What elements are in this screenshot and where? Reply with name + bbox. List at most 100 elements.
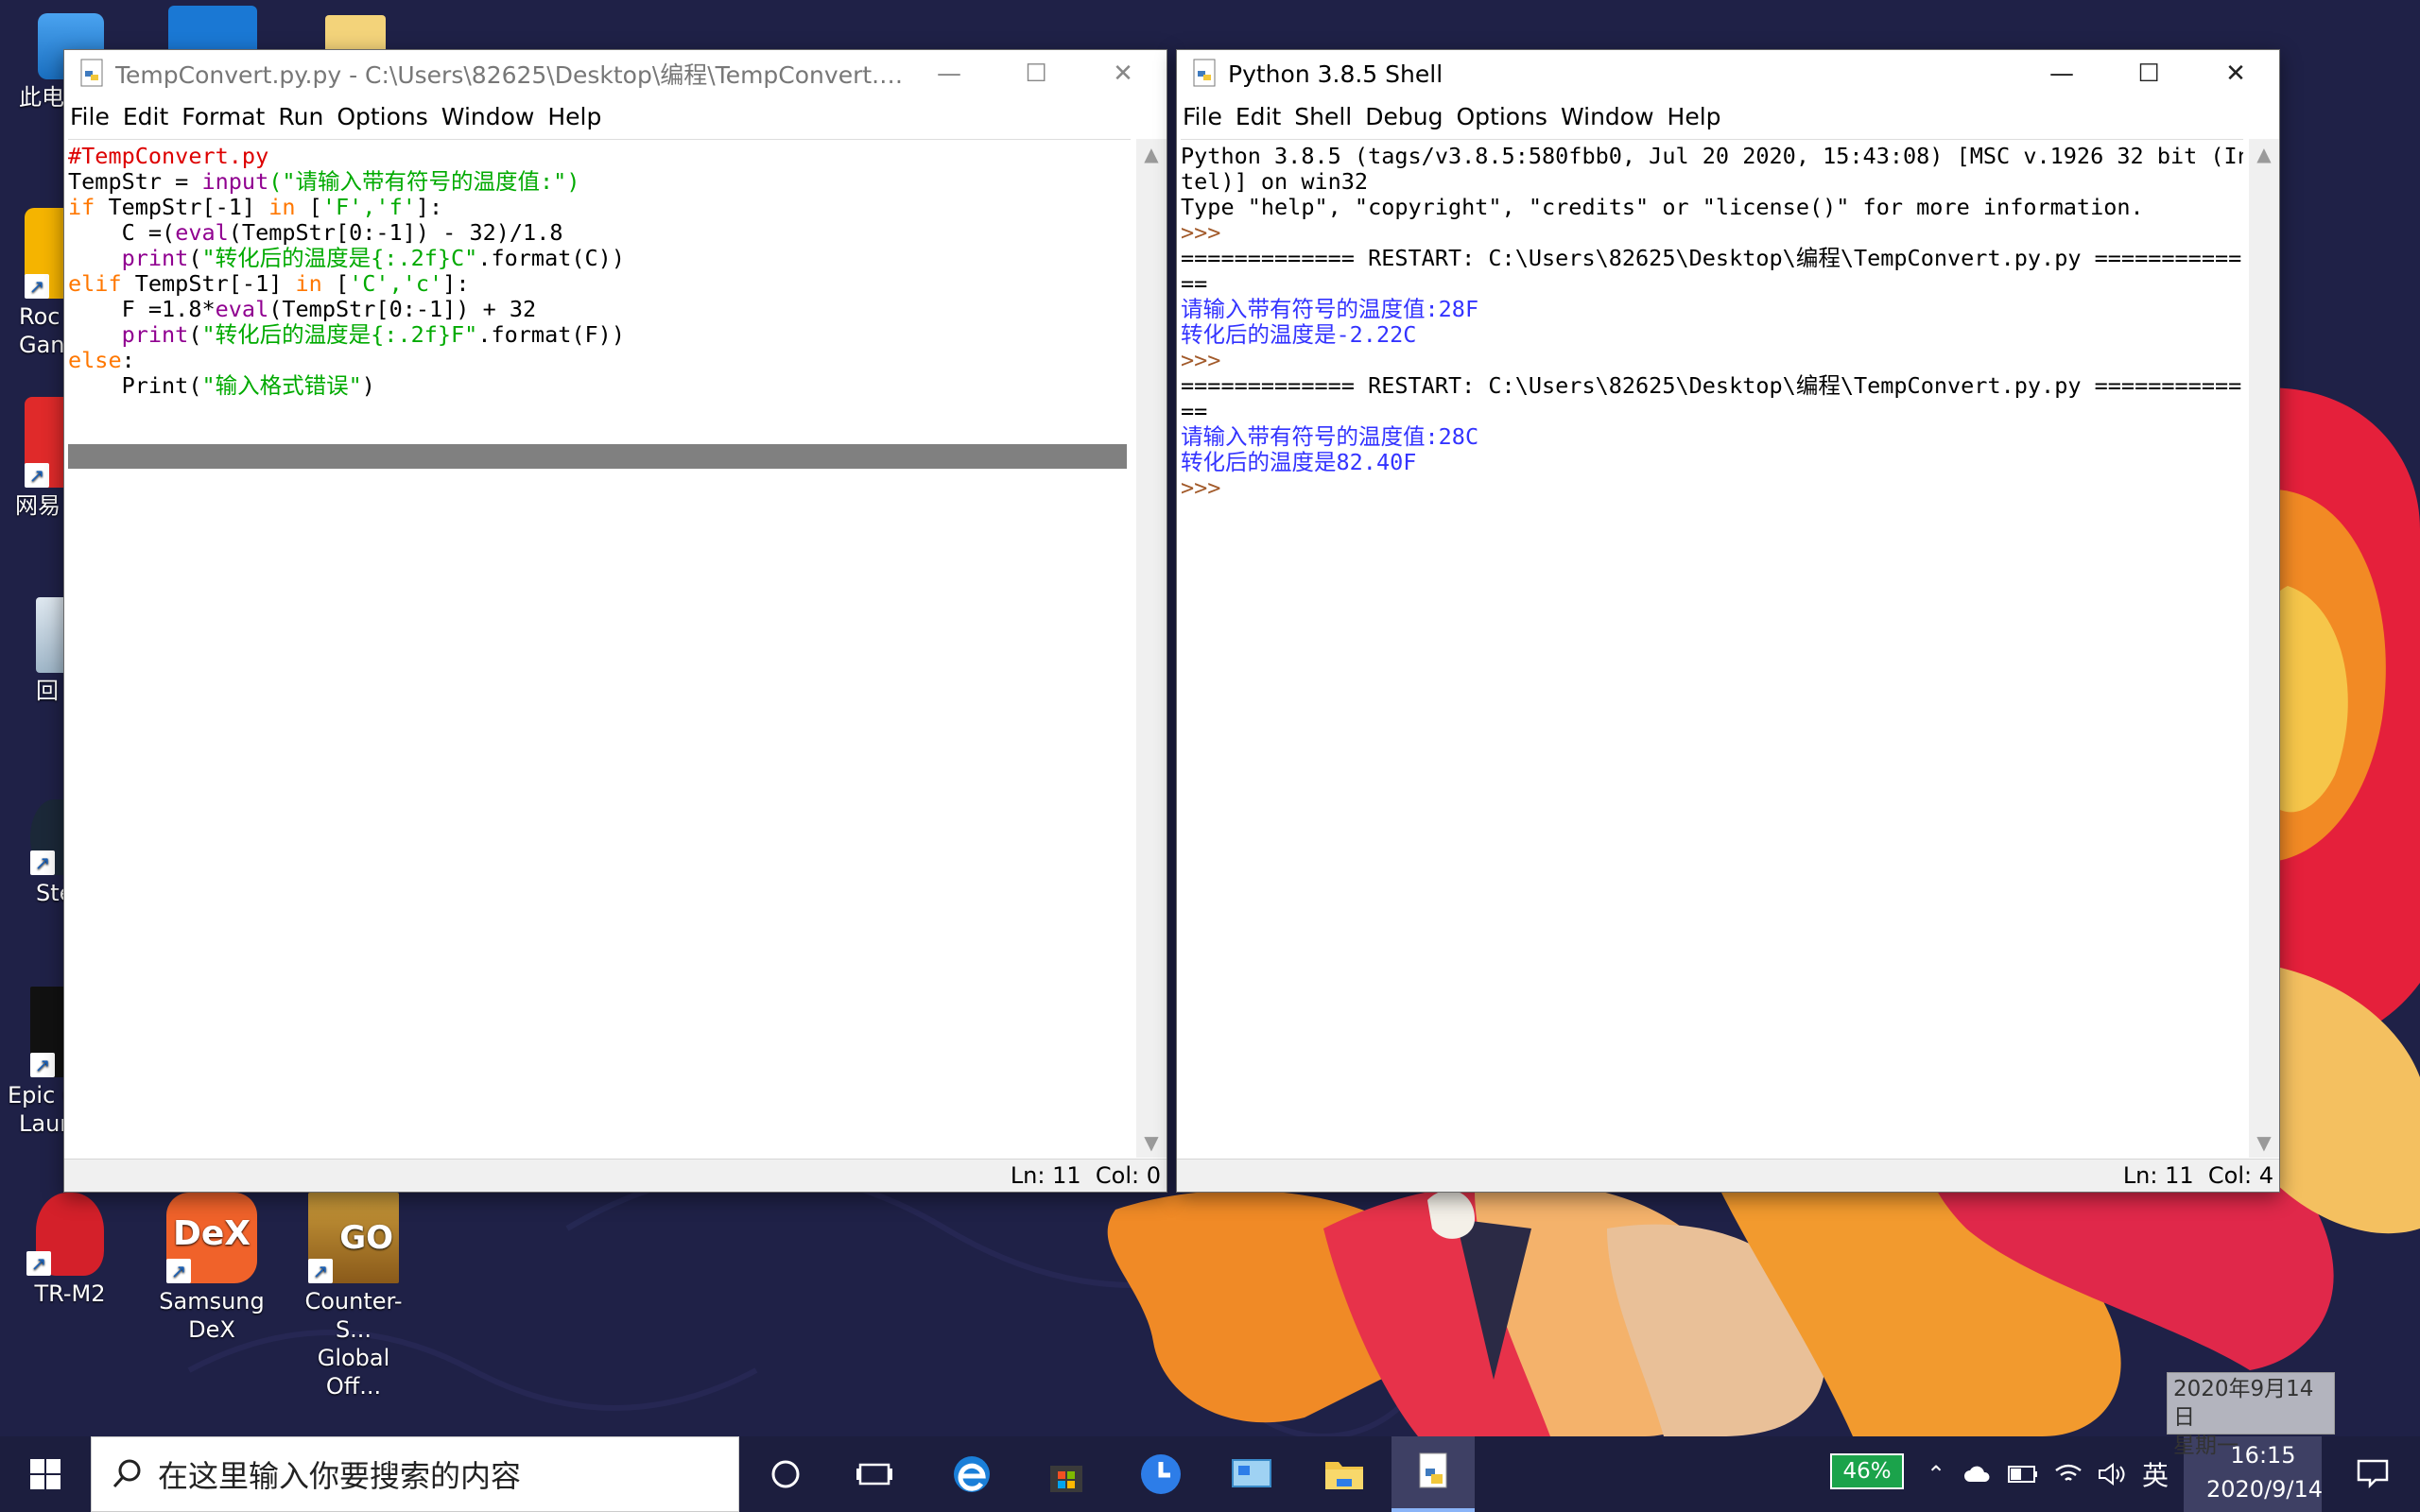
- shell-minimize-button[interactable]: —: [2018, 50, 2105, 97]
- shell-maximize-button[interactable]: ☐: [2105, 50, 2192, 97]
- scroll-up-icon[interactable]: ▲: [1136, 139, 1167, 169]
- code-token: else: [68, 347, 122, 373]
- tray-chevron-up-icon[interactable]: ⌃: [1919, 1436, 1953, 1512]
- tray-ime[interactable]: 英: [2135, 1436, 2176, 1512]
- editor-close-button[interactable]: ✕: [1080, 50, 1167, 97]
- code-token: #TempConvert.py: [68, 143, 269, 169]
- tray-battery[interactable]: [2002, 1436, 2044, 1512]
- shell-statusbar: Ln: 11 Col: 4: [1177, 1159, 2279, 1192]
- task-view-button[interactable]: [832, 1436, 917, 1512]
- code-token: TempStr[-1]: [121, 270, 296, 297]
- shell-output-line: 请输入带有符号的温度值:28C: [1181, 423, 1479, 450]
- shortcut-arrow-icon: ↗: [30, 850, 55, 875]
- taskbar-search-box[interactable]: 在这里输入你要搜索的内容: [91, 1436, 739, 1512]
- shell-menu-edit[interactable]: Edit: [1236, 103, 1281, 130]
- editor-code-line: else:: [68, 348, 625, 373]
- shell-menu-help[interactable]: Help: [1668, 103, 1721, 130]
- csgo-icon: GO ↗: [308, 1193, 399, 1283]
- editor-minimize-button[interactable]: —: [906, 50, 993, 97]
- python-shell-window[interactable]: Python 3.8.5 Shell — ☐ ✕ File Edit Shell…: [1176, 49, 2280, 1193]
- cortana-circle-icon: [771, 1460, 800, 1488]
- tray-wifi[interactable]: [2048, 1436, 2089, 1512]
- editor-code: #TempConvert.py TempStr = input("请输入带有符号的…: [68, 144, 625, 399]
- code-token: [: [321, 270, 350, 297]
- shell-titlebar[interactable]: Python 3.8.5 Shell — ☐ ✕: [1177, 50, 2279, 97]
- shortcut-arrow-icon: ↗: [30, 1053, 55, 1077]
- editor-menu-options[interactable]: Options: [337, 103, 427, 130]
- editor-menu-help[interactable]: Help: [547, 103, 601, 130]
- editor-menu-edit[interactable]: Edit: [123, 103, 168, 130]
- tray-onedrive[interactable]: [1957, 1436, 1998, 1512]
- taskbar-edge[interactable]: [926, 1436, 1017, 1512]
- shell-text-area[interactable]: Python 3.8.5 (tags/v3.8.5:580fbb0, Jul 2…: [1181, 139, 2243, 1159]
- shell-menu-options[interactable]: Options: [1456, 103, 1547, 130]
- samsung-dex-icon: DeX ↗: [166, 1193, 257, 1283]
- idle-editor-window[interactable]: TempConvert.py.py - C:\Users\82625\Deskt…: [63, 49, 1167, 1193]
- code-token: .format(F)): [477, 321, 625, 348]
- shortcut-arrow-icon: ↗: [166, 1259, 191, 1283]
- code-token: TempStr =: [68, 168, 202, 195]
- editor-titlebar[interactable]: TempConvert.py.py - C:\Users\82625\Deskt…: [64, 50, 1167, 97]
- shell-close-button[interactable]: ✕: [2192, 50, 2279, 97]
- tr-m2-icon: ↗: [26, 1193, 104, 1276]
- shortcut-arrow-icon: ↗: [25, 274, 49, 299]
- clock-app-icon: [1141, 1454, 1181, 1494]
- scroll-up-icon[interactable]: ▲: [2249, 139, 2279, 169]
- python-file-icon: [80, 59, 103, 87]
- search-placeholder: 在这里输入你要搜索的内容: [158, 1458, 522, 1494]
- scroll-down-icon[interactable]: ▼: [2249, 1127, 2279, 1158]
- cortana-button[interactable]: [743, 1436, 828, 1512]
- shell-menu-window[interactable]: Window: [1561, 103, 1654, 130]
- editor-code-line: print("转化后的温度是{:.2f}C".format(C)): [68, 246, 625, 271]
- code-token: (: [188, 321, 202, 348]
- desktop-icon-samsung-dex[interactable]: DeX ↗ Samsung DeX: [146, 1193, 278, 1344]
- shortcut-arrow-icon: ↗: [26, 1251, 51, 1276]
- python-idle-icon: [1419, 1452, 1447, 1488]
- code-token: ("请输入带有符号的温度值:"): [268, 168, 580, 195]
- shell-output-line: ============= RESTART: C:\Users\82625\De…: [1181, 372, 2242, 399]
- editor-cursor-position: Ln: 11 Col: 0: [1010, 1162, 1161, 1189]
- editor-menu-window[interactable]: Window: [441, 103, 535, 130]
- editor-code-line: if TempStr[-1] in ['F','f']:: [68, 195, 625, 220]
- code-token: "转化后的温度是{:.2f}F": [201, 321, 478, 348]
- shell-menu-shell[interactable]: Shell: [1294, 103, 1352, 130]
- shell-menu-debug[interactable]: Debug: [1365, 103, 1443, 130]
- tray-volume[interactable]: [2091, 1436, 2133, 1512]
- windows-logo-icon: [30, 1459, 60, 1489]
- editor-menu-format[interactable]: Format: [182, 103, 265, 130]
- taskbar-control-panel[interactable]: [1206, 1436, 1297, 1512]
- editor-code-line: print("转化后的温度是{:.2f}F".format(F)): [68, 322, 625, 348]
- shell-title: Python 3.8.5 Shell: [1228, 60, 1443, 88]
- editor-menu-run[interactable]: Run: [278, 103, 323, 130]
- desktop-icon-label: Samsung: [159, 1288, 265, 1314]
- python-shell-icon: [1193, 59, 1216, 87]
- start-button[interactable]: [0, 1436, 91, 1512]
- shell-cursor-position: Ln: 11 Col: 4: [2122, 1162, 2273, 1189]
- editor-current-line-highlight: [68, 444, 1127, 469]
- scroll-down-icon[interactable]: ▼: [1136, 1127, 1167, 1158]
- shell-output-line: 转化后的温度是82.40F: [1181, 449, 1417, 475]
- taskbar-store[interactable]: [1021, 1436, 1112, 1512]
- shell-scrollbar[interactable]: ▲ ▼: [2249, 139, 2279, 1158]
- code-token: input: [201, 168, 269, 195]
- taskbar-file-explorer[interactable]: [1299, 1436, 1390, 1512]
- desktop-icon-csgo[interactable]: GO ↗ Counter-S... Global Off...: [287, 1193, 420, 1400]
- desktop-icon-partial-blue[interactable]: [168, 6, 257, 49]
- battery-percentage-badge[interactable]: 46%: [1830, 1453, 1904, 1489]
- editor-menu-file[interactable]: File: [70, 103, 110, 130]
- editor-text-area[interactable]: #TempConvert.py TempStr = input("请输入带有符号的…: [68, 139, 1131, 1159]
- shell-menu-file[interactable]: File: [1183, 103, 1222, 130]
- code-token: 'C','c': [349, 270, 443, 297]
- desktop-icon-tr-m2[interactable]: ↗ TR-M2: [4, 1193, 136, 1308]
- code-token: (TempStr[0:-1]) + 32: [268, 296, 537, 322]
- taskbar-clock[interactable]: 16:15 2020/9/14: [2206, 1438, 2323, 1506]
- editor-scrollbar[interactable]: ▲ ▼: [1136, 139, 1167, 1158]
- desktop-icon-partial-folder[interactable]: [325, 15, 386, 53]
- code-token: print: [121, 321, 189, 348]
- taskbar-clock-app[interactable]: [1115, 1436, 1206, 1512]
- notification-button[interactable]: [2325, 1436, 2420, 1512]
- editor-maximize-button[interactable]: ☐: [993, 50, 1080, 97]
- taskbar-idle[interactable]: [1392, 1436, 1475, 1512]
- editor-code-line: F =1.8*eval(TempStr[0:-1]) + 32: [68, 297, 625, 322]
- code-token: ]:: [415, 194, 443, 220]
